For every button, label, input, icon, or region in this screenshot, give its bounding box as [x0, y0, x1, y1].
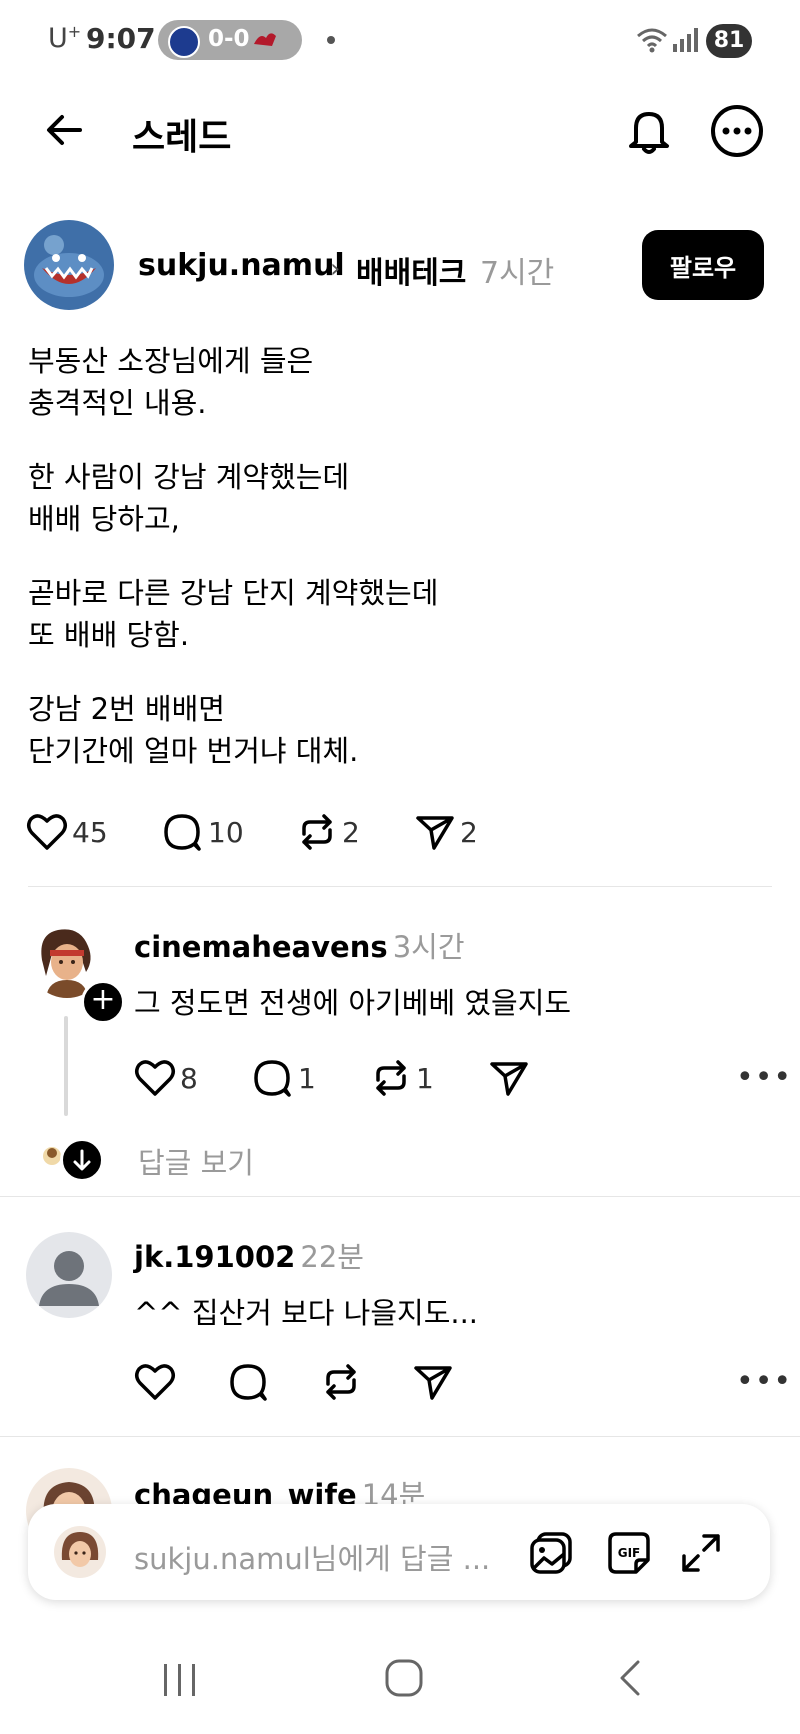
avatar[interactable]	[24, 220, 114, 310]
expand-button[interactable]	[680, 1532, 722, 1574]
team-logo-icon	[168, 26, 200, 58]
image-icon	[528, 1530, 574, 1576]
team-logo-icon	[252, 28, 278, 50]
notification-dot	[327, 36, 335, 44]
repost-icon	[370, 1058, 412, 1098]
home-icon	[384, 1658, 424, 1698]
divider	[0, 1436, 800, 1437]
view-replies-link[interactable]: 답글 보기	[138, 1140, 254, 1182]
follow-plus-icon[interactable]: +	[81, 980, 125, 1024]
comment-icon	[252, 1058, 294, 1098]
send-icon	[414, 812, 456, 852]
comment-text: ^^ 집산거 보다 나을지도...	[134, 1296, 479, 1330]
share-button[interactable]: 2	[414, 812, 478, 852]
thread-line	[64, 1016, 68, 1116]
comment-header: cinemaheavens 3시간	[134, 924, 465, 966]
post-topic[interactable]: 배배테크	[356, 248, 466, 292]
send-icon	[488, 1058, 530, 1098]
repost-icon	[320, 1362, 362, 1402]
heart-icon	[134, 1058, 176, 1098]
more-circle-icon	[710, 104, 764, 158]
share-button[interactable]	[488, 1058, 530, 1098]
arrow-down-icon	[60, 1138, 104, 1182]
like-button[interactable]	[134, 1362, 176, 1402]
comment-icon	[228, 1362, 270, 1402]
avatar	[54, 1526, 106, 1578]
live-score: 0-0	[208, 26, 250, 52]
comment-author[interactable]: jk.191002	[134, 1240, 295, 1274]
post-paragraph: 한 사람이 강남 계약했는데 배배 당하고,	[28, 460, 350, 536]
recent-apps-button[interactable]	[160, 1660, 200, 1700]
back-button[interactable]	[44, 110, 84, 150]
repost-button[interactable]	[320, 1362, 362, 1402]
signal-icon	[672, 28, 698, 52]
post-paragraph: 곧바로 다른 강남 단지 계약했는데 또 배배 당함.	[28, 576, 439, 652]
carrier-label: U+	[48, 22, 82, 54]
repost-count: 1	[416, 1061, 434, 1095]
more-options-button[interactable]	[710, 104, 764, 158]
comment-more-button[interactable]: •••	[736, 1060, 792, 1095]
page-title: 스레드	[132, 117, 232, 158]
repost-icon	[296, 812, 338, 852]
send-icon	[412, 1362, 454, 1402]
recent-apps-icon	[160, 1660, 200, 1700]
comment-more-button[interactable]: •••	[736, 1364, 792, 1399]
gif-button[interactable]: GIF	[606, 1530, 652, 1576]
comment-button[interactable]	[228, 1362, 270, 1402]
reply-input[interactable]: sukju.namul님에게 답글 ...	[134, 1536, 490, 1578]
chevron-left-icon	[610, 1658, 650, 1698]
chevron-right-icon: ›	[330, 254, 341, 284]
comment-time: 3시간	[392, 930, 465, 964]
divider	[0, 1196, 800, 1197]
comment-text: 그 정도면 전생에 아기베베 였을지도	[134, 986, 572, 1020]
comment-button[interactable]: 10	[162, 812, 244, 852]
follow-button[interactable]: 팔로우	[642, 230, 764, 300]
like-count: 45	[72, 815, 108, 849]
share-button[interactable]	[412, 1362, 454, 1402]
expand-icon	[680, 1532, 722, 1574]
attach-image-button[interactable]	[528, 1530, 574, 1576]
post-paragraph: 강남 2번 배배면 단기간에 얼마 번거냐 대체.	[28, 692, 359, 768]
notification-button[interactable]	[624, 104, 674, 156]
like-button[interactable]: 8	[134, 1058, 198, 1098]
comment-button[interactable]: 1	[252, 1058, 316, 1098]
bell-icon	[624, 104, 674, 156]
comment-header: jk.191002 22분	[134, 1234, 364, 1276]
comment-count: 10	[208, 815, 244, 849]
like-count: 8	[180, 1061, 198, 1095]
post-time: 7시간	[480, 256, 555, 291]
home-button[interactable]	[384, 1658, 424, 1698]
repost-button[interactable]: 1	[370, 1058, 434, 1098]
avatar[interactable]	[26, 1232, 112, 1318]
heart-icon	[134, 1362, 176, 1402]
like-button[interactable]: 45	[26, 812, 108, 852]
reply-count: 1	[298, 1061, 316, 1095]
comment-author[interactable]: cinemaheavens	[134, 930, 388, 964]
share-count: 2	[460, 815, 478, 849]
comment-icon	[162, 812, 204, 852]
comment-time: 22분	[300, 1240, 364, 1274]
battery-indicator: 81	[706, 24, 752, 58]
repost-button[interactable]: 2	[296, 812, 360, 852]
arrow-left-icon	[44, 110, 84, 150]
post-paragraph: 부동산 소장님에게 들은 충격적인 내용.	[28, 344, 314, 420]
gif-icon: GIF	[606, 1530, 652, 1576]
heart-icon	[26, 812, 68, 852]
wifi-icon	[634, 26, 670, 54]
status-bar: U+ 9:07 0-0 81	[0, 0, 800, 80]
svg-text:GIF: GIF	[618, 1546, 641, 1560]
divider	[28, 886, 772, 887]
back-nav-button[interactable]	[610, 1658, 650, 1698]
post-author[interactable]: sukju.namul	[138, 248, 345, 283]
status-time: 9:07	[86, 22, 156, 55]
post-body: 부동산 소장님에게 들은 충격적인 내용. 한 사람이 강남 계약했는데 배배 당하…	[28, 340, 768, 804]
repost-count: 2	[342, 815, 360, 849]
